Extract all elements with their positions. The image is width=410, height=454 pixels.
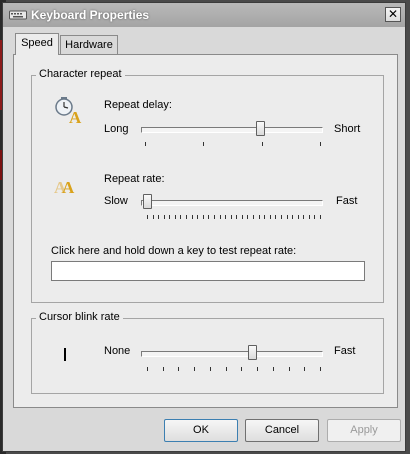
slider-tick [147, 215, 148, 219]
slider-tick [242, 215, 243, 219]
apply-button[interactable]: Apply [327, 419, 401, 442]
slider-tick [275, 215, 276, 219]
slider-tick [194, 367, 195, 371]
repeat-rate-slider-track[interactable] [141, 200, 323, 206]
repeat-rate-icon: A A [54, 178, 75, 197]
tab-hardware[interactable]: Hardware [60, 35, 118, 55]
slider-tick [197, 215, 198, 219]
slider-tick [259, 215, 260, 219]
slider-tick [298, 215, 299, 219]
cursor-blink-ticks [147, 367, 321, 371]
repeat-delay-slider-track[interactable] [141, 127, 323, 133]
cursor-blink-preview [64, 348, 66, 361]
slider-tick [320, 215, 321, 219]
cancel-button[interactable]: Cancel [245, 419, 319, 442]
repeat-rate-ticks [147, 215, 321, 219]
slider-tick [210, 367, 211, 371]
repeat-rate-label: Repeat rate: [104, 173, 165, 185]
repeat-delay-ticks [145, 142, 321, 146]
slider-tick [253, 215, 254, 219]
cursor-blink-legend: Cursor blink rate [36, 311, 123, 323]
slider-tick [314, 215, 315, 219]
slider-tick [292, 215, 293, 219]
slider-tick [241, 367, 242, 371]
slider-tick [175, 215, 176, 219]
slider-tick [169, 215, 170, 219]
keyboard-icon [9, 10, 27, 20]
window-title: Keyboard Properties [31, 8, 150, 22]
close-button[interactable]: ✕ [385, 7, 401, 22]
slider-tick [208, 215, 209, 219]
slider-tick [231, 215, 232, 219]
slider-tick [303, 215, 304, 219]
repeat-rate-min-label: Slow [104, 195, 128, 207]
slider-tick [264, 215, 265, 219]
slider-tick [320, 142, 321, 146]
slider-tick [289, 367, 290, 371]
slider-tick [192, 215, 193, 219]
slider-tick [164, 215, 165, 219]
slider-tick [153, 215, 154, 219]
test-prompt-label: Click here and hold down a key to test r… [51, 245, 297, 257]
repeat-delay-icon: A [55, 97, 82, 125]
character-repeat-legend: Character repeat [36, 68, 125, 80]
ok-button[interactable]: OK [164, 419, 238, 442]
repeat-delay-max-label: Short [334, 123, 361, 135]
slider-tick [247, 215, 248, 219]
slider-tick [214, 215, 215, 219]
slider-tick [163, 367, 164, 371]
slider-tick [304, 367, 305, 371]
slider-tick [220, 215, 221, 219]
slider-tick [147, 367, 148, 371]
slider-tick [180, 215, 181, 219]
repeat-test-input[interactable] [51, 261, 365, 281]
tab-speed[interactable]: Speed [15, 33, 59, 55]
slider-tick [203, 215, 204, 219]
slider-tick [186, 215, 187, 219]
slider-tick [158, 215, 159, 219]
svg-text:A: A [62, 178, 75, 197]
slider-tick [257, 367, 258, 371]
slider-tick [145, 142, 146, 146]
slider-tick [309, 215, 310, 219]
cursor-blink-slider-track[interactable] [141, 351, 323, 357]
slider-tick [226, 367, 227, 371]
cursor-blink-max-label: Fast [334, 345, 356, 357]
cursor-blink-slider-thumb[interactable] [248, 345, 257, 360]
speed-tab-panel: Character repeat A Repeat delay: Long Sh… [13, 54, 398, 408]
slider-tick [236, 215, 237, 219]
repeat-delay-min-label: Long [104, 123, 129, 135]
slider-tick [273, 367, 274, 371]
slider-tick [281, 215, 282, 219]
slider-tick [270, 215, 271, 219]
repeat-delay-slider-thumb[interactable] [256, 121, 265, 136]
keyboard-properties-dialog: Keyboard Properties ✕ Speed Hardware Cha… [2, 2, 406, 452]
slider-tick [320, 367, 321, 371]
slider-tick [203, 142, 204, 146]
slider-tick [262, 142, 263, 146]
slider-tick [287, 215, 288, 219]
repeat-rate-slider-thumb[interactable] [143, 194, 152, 209]
svg-text:A: A [69, 108, 82, 125]
title-bar[interactable]: Keyboard Properties ✕ [3, 3, 405, 27]
slider-tick [178, 367, 179, 371]
repeat-delay-label: Repeat delay: [104, 99, 172, 111]
slider-tick [225, 215, 226, 219]
cursor-blink-min-label: None [104, 345, 131, 357]
close-icon: ✕ [387, 7, 399, 21]
repeat-rate-max-label: Fast [336, 195, 358, 207]
